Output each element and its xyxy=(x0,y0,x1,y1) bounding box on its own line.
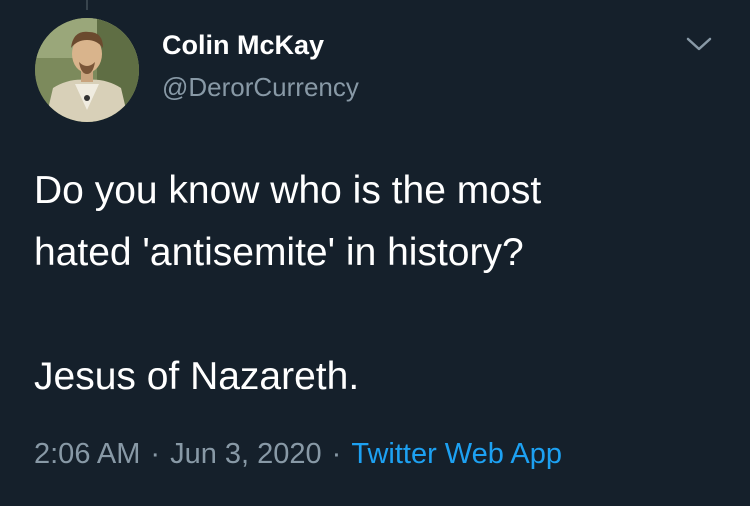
tweet-text-line: Do you know who is the most xyxy=(34,169,542,212)
tweet-date[interactable]: Jun 3, 2020 xyxy=(170,438,322,470)
avatar-image xyxy=(35,18,139,122)
tweet-text: Do you know who is the most hated 'antis… xyxy=(34,160,724,408)
separator-dot: · xyxy=(150,438,161,470)
chevron-down-icon[interactable] xyxy=(684,34,714,54)
avatar[interactable] xyxy=(35,18,139,122)
author-display-name[interactable]: Colin McKay xyxy=(162,30,324,61)
author-handle[interactable]: @DerorCurrency xyxy=(162,72,359,103)
tweet-text-line: hated 'antisemite' in history? xyxy=(34,231,524,274)
tweet-time[interactable]: 2:06 AM xyxy=(34,438,140,470)
tweet-text-line: Jesus of Nazareth. xyxy=(34,355,360,398)
tweet-metadata: 2:06 AM · Jun 3, 2020 · Twitter Web App xyxy=(34,438,562,471)
thread-connector-line xyxy=(86,0,88,10)
tweet-source-link[interactable]: Twitter Web App xyxy=(351,438,562,470)
separator-dot: · xyxy=(331,438,342,470)
